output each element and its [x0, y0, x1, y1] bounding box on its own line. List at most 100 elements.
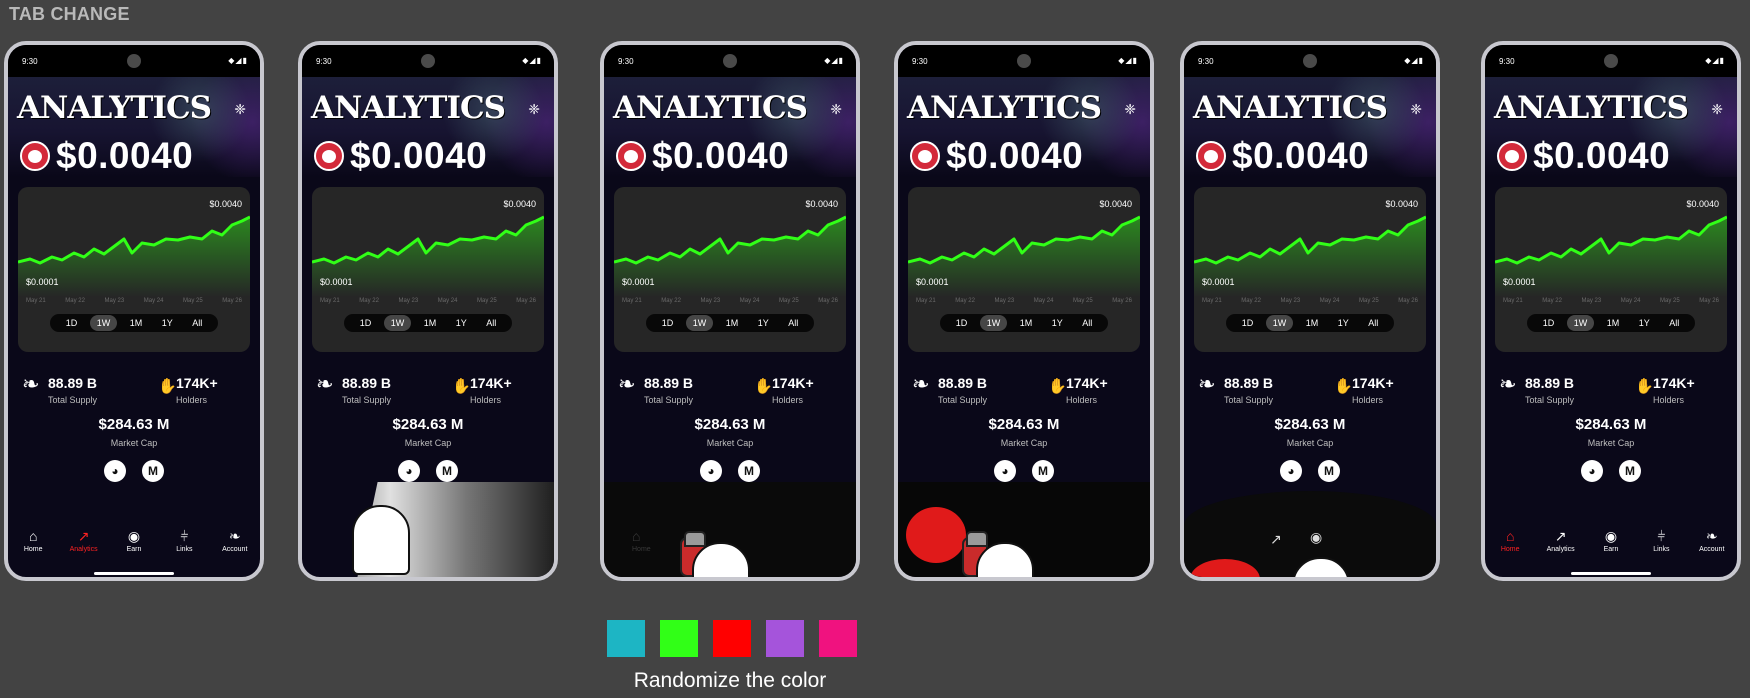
coingecko-icon[interactable]: ◕ — [104, 460, 126, 482]
range-1d-button[interactable]: 1D — [1536, 315, 1562, 331]
bug-icon[interactable]: ❈ — [234, 101, 246, 118]
range-1w-button[interactable]: 1W — [1566, 315, 1595, 331]
total-supply-value: 88.89 B — [48, 375, 98, 391]
status-bar: 9:30 ◆◢▮ — [898, 45, 1150, 77]
nav-label: Home — [1500, 546, 1520, 553]
total-supply-label: Total Supply — [938, 395, 988, 405]
chart-min-label: $0.0001 — [916, 277, 949, 287]
screen-title: ANALYTICS — [1494, 90, 1689, 126]
range-all-button[interactable]: All — [479, 315, 503, 331]
nav-item-home[interactable]: ⌂ Home — [1489, 528, 1531, 568]
range-1d-button[interactable]: 1D — [59, 315, 85, 331]
status-bar: 9:30 ◆◢▮ — [302, 45, 554, 77]
coingecko-icon[interactable]: ◕ — [700, 460, 722, 482]
date-tick: May 21 — [916, 298, 936, 304]
date-tick: May 25 — [1660, 298, 1680, 304]
range-1d-button[interactable]: 1D — [949, 315, 975, 331]
coingecko-icon[interactable]: ◕ — [994, 460, 1016, 482]
cat-face-icon: ❧ — [1705, 528, 1718, 544]
market-cap-value: $284.63 M — [1575, 416, 1647, 433]
range-1w-button[interactable]: 1W — [1265, 315, 1294, 331]
market-cap-label: Market Cap — [404, 438, 452, 448]
bug-icon[interactable]: ❈ — [1711, 101, 1723, 118]
price-chart: $0.0040 $0.0001 May 21 May 22 May 23 May 24 Ma… — [614, 187, 846, 352]
bottom-nav: ⌂ Home ↗ Analytics ◉ Earn ⫩ Links ❧ Account — [1485, 528, 1737, 568]
range-1y-button[interactable]: 1Y — [449, 315, 474, 331]
coingecko-icon[interactable]: ◕ — [398, 460, 420, 482]
camera-icon — [723, 54, 737, 68]
nav-item-home[interactable]: ⌂ Home — [12, 528, 54, 568]
signal-battery-icon: ◆◢▮ — [824, 56, 844, 65]
transition-sweep — [357, 482, 554, 577]
nav-item-account[interactable]: ❧ Account — [1691, 528, 1733, 568]
coin-icon: ◉ — [1310, 529, 1323, 545]
coinmarketcap-icon[interactable]: M — [1318, 460, 1340, 482]
range-1w-button[interactable]: 1W — [979, 315, 1008, 331]
status-time: 9:30 — [1499, 57, 1515, 66]
coinmarketcap-icon[interactable]: M — [142, 460, 164, 482]
range-1y-button[interactable]: 1Y — [1632, 315, 1657, 331]
range-1y-button[interactable]: 1Y — [751, 315, 776, 331]
nav-label: Earn — [126, 546, 142, 553]
total-supply-label: Total Supply — [644, 395, 694, 405]
market-cap-label: Market Cap — [706, 438, 754, 448]
nav-label: Earn — [1603, 546, 1619, 553]
color-swatch[interactable] — [766, 620, 804, 657]
bug-icon[interactable]: ❈ — [830, 101, 842, 118]
holders-label: Holders — [470, 395, 502, 405]
bug-icon[interactable]: ❈ — [1124, 101, 1136, 118]
nav-item-analytics[interactable]: ↗ Analytics — [1540, 528, 1582, 568]
range-1w-button[interactable]: 1W — [383, 315, 412, 331]
range-1m-button[interactable]: 1M — [123, 315, 150, 331]
market-cap-label: Market Cap — [1000, 438, 1048, 448]
nav-item-links[interactable]: ⫩ Links — [163, 528, 205, 568]
color-swatch[interactable] — [660, 620, 698, 657]
signal-battery-icon: ◆◢▮ — [522, 56, 542, 65]
nav-item-earn[interactable]: ◉ Earn — [113, 528, 155, 568]
range-selector: 1D 1W 1M 1Y All — [646, 314, 814, 332]
color-swatch[interactable] — [819, 620, 857, 657]
bug-icon[interactable]: ❈ — [1410, 101, 1422, 118]
coinmarketcap-icon[interactable]: M — [1032, 460, 1054, 482]
range-1d-button[interactable]: 1D — [1235, 315, 1261, 331]
token-avatar — [20, 141, 50, 171]
range-all-button[interactable]: All — [1662, 315, 1686, 331]
range-1y-button[interactable]: 1Y — [155, 315, 180, 331]
range-1y-button[interactable]: 1Y — [1331, 315, 1356, 331]
nav-item-earn[interactable]: ◉ Earn — [1590, 528, 1632, 568]
range-all-button[interactable]: All — [1075, 315, 1099, 331]
coinmarketcap-icon[interactable]: M — [1619, 460, 1641, 482]
range-1m-button[interactable]: 1M — [1299, 315, 1326, 331]
range-1m-button[interactable]: 1M — [719, 315, 746, 331]
range-1m-button[interactable]: 1M — [417, 315, 444, 331]
range-1y-button[interactable]: 1Y — [1045, 315, 1070, 331]
chart-max-label: $0.0040 — [1385, 199, 1418, 209]
coingecko-icon[interactable]: ◕ — [1280, 460, 1302, 482]
range-selector: 1D 1W 1M 1Y All — [940, 314, 1108, 332]
chart-date-axis: May 21 May 22 May 23 May 24 May 25 May 26 — [26, 298, 242, 304]
range-1m-button[interactable]: 1M — [1013, 315, 1040, 331]
color-swatch[interactable] — [607, 620, 645, 657]
token-avatar — [1196, 141, 1226, 171]
price-chart: $0.0040 $0.0001 May 21 May 22 May 23 May 24 Ma… — [1194, 187, 1426, 352]
coingecko-icon[interactable]: ◕ — [1581, 460, 1603, 482]
range-all-button[interactable]: All — [781, 315, 805, 331]
nav-item-links[interactable]: ⫩ Links — [1640, 528, 1682, 568]
range-all-button[interactable]: All — [185, 315, 209, 331]
coinmarketcap-icon[interactable]: M — [436, 460, 458, 482]
screen-title: ANALYTICS — [1193, 90, 1388, 126]
signal-battery-icon: ◆◢▮ — [1404, 56, 1424, 65]
coinmarketcap-icon[interactable]: M — [738, 460, 760, 482]
range-1m-button[interactable]: 1M — [1600, 315, 1627, 331]
range-1w-button[interactable]: 1W — [89, 315, 118, 331]
nav-item-account[interactable]: ❧ Account — [214, 528, 256, 568]
range-1d-button[interactable]: 1D — [353, 315, 379, 331]
range-1d-button[interactable]: 1D — [655, 315, 681, 331]
range-1w-button[interactable]: 1W — [685, 315, 714, 331]
status-bar: 9:30 ◆◢▮ — [1485, 45, 1737, 77]
range-all-button[interactable]: All — [1361, 315, 1385, 331]
nav-item-analytics[interactable]: ↗ Analytics — [63, 528, 105, 568]
trend-arrow-icon: ↗ — [1270, 531, 1282, 547]
bug-icon[interactable]: ❈ — [528, 101, 540, 118]
color-swatch[interactable] — [713, 620, 751, 657]
